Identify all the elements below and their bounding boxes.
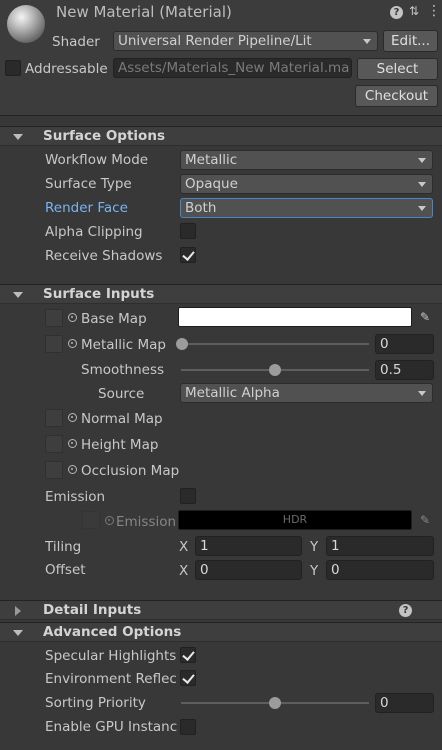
sorting-priority-label: Sorting Priority	[45, 695, 146, 711]
foldout-expanded-icon	[13, 292, 23, 298]
object-picker-icon[interactable]	[68, 439, 77, 448]
object-picker-icon[interactable]	[68, 465, 77, 474]
gpu-instancing-checkbox[interactable]	[180, 719, 196, 735]
metallic-slider-handle[interactable]	[176, 338, 188, 350]
object-picker-icon	[105, 516, 114, 525]
occlusion-map-label: Occlusion Map	[81, 463, 180, 479]
workflow-mode-label: Workflow Mode	[45, 152, 149, 168]
emission-map-label: Emission	[116, 514, 177, 530]
asset-path-field: Assets/Materials_New Material.ma	[113, 58, 352, 78]
addressable-label: Addressable	[25, 61, 108, 77]
emission-checkbox[interactable]	[180, 488, 196, 504]
eyedropper-icon[interactable]: ✎	[415, 307, 435, 327]
receive-shadows-checkbox[interactable]	[180, 247, 196, 263]
smoothness-source-dropdown[interactable]: Metallic Alpha	[180, 383, 433, 403]
smoothness-label: Smoothness	[81, 362, 165, 378]
workflow-mode-dropdown[interactable]: Metallic	[180, 150, 433, 170]
surface-type-dropdown[interactable]: Opaque	[180, 174, 433, 194]
metallic-map-texture-slot[interactable]	[45, 335, 63, 353]
smoothness-value-field[interactable]: 0.5	[375, 360, 434, 380]
render-face-value: Both	[185, 200, 217, 216]
base-map-texture-slot[interactable]	[45, 309, 63, 327]
normal-map-label: Normal Map	[81, 411, 163, 427]
height-map-label: Height Map	[81, 437, 159, 453]
object-picker-icon[interactable]	[68, 413, 77, 422]
emission-hdr-color-field: HDR	[178, 510, 412, 530]
surface-inputs-title: Surface Inputs	[43, 286, 155, 302]
emission-label: Emission	[45, 489, 106, 505]
gpu-instancing-label: Enable GPU Instanc	[45, 719, 178, 735]
offset-y-label: Y	[310, 563, 319, 579]
object-picker-icon[interactable]	[68, 339, 77, 348]
normal-map-texture-slot[interactable]	[45, 409, 63, 427]
surface-inputs-header[interactable]: Surface Inputs	[0, 284, 442, 304]
offset-x-field[interactable]: 0	[195, 560, 302, 580]
surface-options-header[interactable]: Surface Options	[0, 126, 442, 146]
checkout-button[interactable]: Checkout	[355, 85, 438, 107]
metallic-slider-track[interactable]	[181, 343, 369, 345]
occlusion-map-texture-slot[interactable]	[45, 461, 63, 479]
surface-type-label: Surface Type	[45, 176, 132, 192]
shader-dropdown-value: Universal Render Pipeline/Lit	[118, 33, 312, 49]
smoothness-slider-handle[interactable]	[269, 364, 281, 376]
alpha-clipping-label: Alpha Clipping	[45, 224, 143, 240]
detail-inputs-title: Detail Inputs	[43, 602, 142, 618]
receive-shadows-label: Receive Shadows	[45, 248, 163, 264]
preset-icon[interactable]: ⇅	[407, 3, 421, 19]
material-title: New Material (Material)	[56, 4, 232, 20]
material-preview-icon	[7, 5, 45, 43]
shader-dropdown[interactable]: Universal Render Pipeline/Lit	[113, 31, 378, 51]
menu-icon[interactable]: ⋮	[427, 3, 441, 19]
chevron-down-icon	[418, 158, 426, 163]
chevron-down-icon	[418, 182, 426, 187]
surface-options-title: Surface Options	[43, 128, 165, 144]
tiling-y-field[interactable]: 1	[326, 536, 434, 556]
addressable-checkbox[interactable]	[5, 60, 21, 76]
tiling-y-label: Y	[310, 539, 319, 555]
render-face-label: Render Face	[45, 200, 128, 216]
surface-type-value: Opaque	[185, 176, 238, 192]
specular-highlights-checkbox[interactable]	[180, 647, 196, 663]
environment-reflections-checkbox[interactable]	[180, 670, 196, 686]
sorting-priority-value-field[interactable]: 0	[375, 693, 434, 713]
tiling-x-field[interactable]: 1	[195, 536, 302, 556]
advanced-options-title: Advanced Options	[43, 624, 182, 640]
foldout-expanded-icon	[13, 630, 23, 636]
specular-highlights-label: Specular Highlights	[45, 648, 177, 664]
environment-reflections-label: Environment Reflec	[45, 671, 177, 687]
chevron-down-icon	[418, 206, 426, 211]
help-icon[interactable]: ?	[399, 604, 412, 617]
source-value: Metallic Alpha	[185, 385, 280, 401]
height-map-texture-slot[interactable]	[45, 435, 63, 453]
help-icon[interactable]: ?	[390, 6, 403, 19]
alpha-clipping-checkbox[interactable]	[180, 223, 196, 239]
foldout-collapsed-icon	[15, 606, 21, 616]
advanced-options-header[interactable]: Advanced Options	[0, 622, 442, 642]
object-picker-icon[interactable]	[68, 313, 77, 322]
base-map-color-field[interactable]	[178, 307, 412, 327]
tiling-x-label: X	[179, 539, 189, 555]
chevron-down-icon	[363, 39, 371, 44]
shader-label: Shader	[52, 34, 100, 50]
material-header: New Material (Material) ? ⇅ ⋮ Shader Uni…	[0, 0, 442, 116]
eyedropper-icon: ✎	[419, 513, 431, 527]
tiling-label: Tiling	[45, 539, 82, 555]
emission-map-texture-slot	[82, 511, 100, 529]
select-button[interactable]: Select	[357, 58, 438, 80]
edit-shader-button[interactable]: Edit...	[383, 30, 438, 52]
foldout-expanded-icon	[13, 134, 23, 140]
source-label: Source	[98, 386, 145, 402]
sorting-priority-slider-handle[interactable]	[269, 697, 281, 709]
offset-label: Offset	[45, 562, 86, 578]
render-face-dropdown[interactable]: Both	[180, 198, 433, 218]
metallic-value-field[interactable]: 0	[375, 334, 434, 354]
chevron-down-icon	[418, 391, 426, 396]
base-map-label: Base Map	[81, 311, 147, 327]
hdr-label: HDR	[282, 513, 308, 526]
offset-y-field[interactable]: 0	[326, 560, 434, 580]
offset-x-label: X	[179, 563, 189, 579]
detail-inputs-header[interactable]: Detail Inputs ?	[0, 600, 442, 620]
workflow-mode-value: Metallic	[185, 152, 238, 168]
metallic-map-label: Metallic Map	[81, 337, 166, 353]
